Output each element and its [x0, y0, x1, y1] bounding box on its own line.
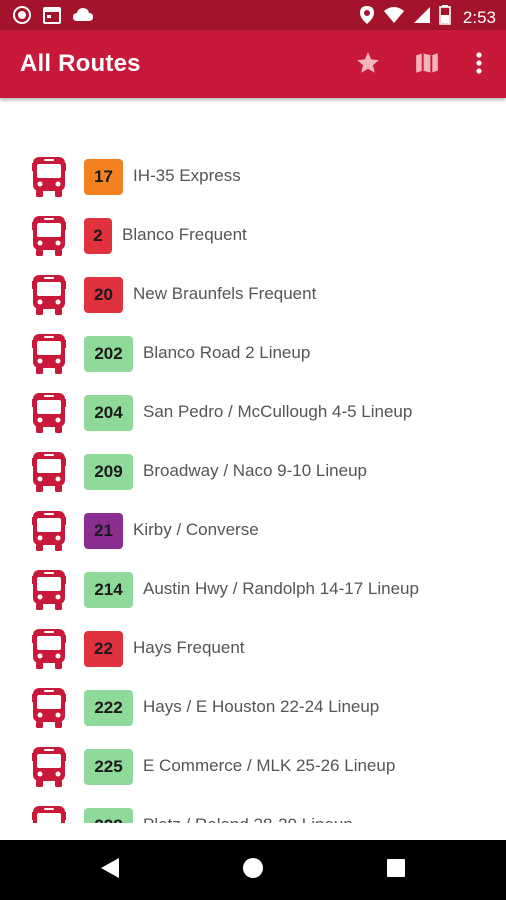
- navigation-bar: [0, 840, 506, 900]
- more-vert-icon: [474, 51, 484, 80]
- route-list[interactable]: 17 IH-35 Express 2 Blanco Frequent 20 New B…: [0, 148, 506, 823]
- bus-icon: [32, 687, 66, 729]
- route-name: Broadway / Naco 9-10 Lineup: [143, 461, 367, 480]
- recents-icon: [386, 858, 406, 883]
- bus-icon: [32, 333, 66, 375]
- route-number-badge: 20: [84, 277, 123, 313]
- bus-icon: [32, 451, 66, 493]
- route-name: San Pedro / McCullough 4-5 Lineup: [143, 402, 413, 421]
- route-name: Blanco Frequent: [122, 225, 247, 244]
- route-row[interactable]: 2 Blanco Frequent: [0, 207, 506, 266]
- route-number-badge: 204: [84, 395, 133, 431]
- route-row[interactable]: 20 New Braunfels Frequent: [0, 266, 506, 325]
- back-button[interactable]: [97, 857, 123, 883]
- route-number-badge: 228: [84, 808, 133, 823]
- overflow-menu-button[interactable]: [464, 50, 494, 80]
- bus-icon: [32, 215, 66, 257]
- cloud-icon: [72, 6, 94, 29]
- route-name: E Commerce / MLK 25-26 Lineup: [143, 756, 396, 775]
- page-title: All Routes: [20, 50, 141, 77]
- route-row[interactable]: 228 Pletz / Roland 28-29 Lineup: [0, 797, 506, 823]
- bus-icon: [32, 628, 66, 670]
- route-name: Blanco Road 2 Lineup: [143, 343, 311, 362]
- star-icon: [355, 50, 381, 81]
- app-bar: All Routes: [0, 30, 506, 98]
- favorites-button[interactable]: [353, 50, 383, 80]
- bus-icon: [32, 274, 66, 316]
- signal-icon: [413, 6, 431, 29]
- status-bar-left: [12, 5, 94, 30]
- back-icon: [99, 856, 121, 885]
- route-name: Hays Frequent: [133, 638, 245, 657]
- route-number-badge: 202: [84, 336, 133, 372]
- route-number-badge: 209: [84, 454, 133, 490]
- bus-icon: [32, 156, 66, 198]
- calendar-icon: [42, 5, 62, 30]
- wifi-icon: [383, 6, 405, 29]
- notification-icon: [12, 5, 32, 30]
- route-row[interactable]: 21 Kirby / Converse: [0, 502, 506, 561]
- status-bar-right: 2:53: [359, 5, 496, 30]
- route-row[interactable]: 22 Hays Frequent: [0, 620, 506, 679]
- route-row[interactable]: 222 Hays / E Houston 22-24 Lineup: [0, 679, 506, 738]
- route-number-badge: 21: [84, 513, 123, 549]
- bus-icon: [32, 569, 66, 611]
- route-row[interactable]: 204 San Pedro / McCullough 4-5 Lineup: [0, 384, 506, 443]
- route-name: Pletz / Roland 28-29 Lineup: [143, 815, 353, 823]
- map-button[interactable]: [412, 50, 442, 80]
- route-row[interactable]: 225 E Commerce / MLK 25-26 Lineup: [0, 738, 506, 797]
- battery-icon: [439, 5, 451, 30]
- route-name: IH-35 Express: [133, 166, 241, 185]
- status-bar: 2:53: [0, 0, 506, 30]
- route-number-badge: 222: [84, 690, 133, 726]
- route-name: Austin Hwy / Randolph 14-17 Lineup: [143, 579, 419, 598]
- home-icon: [241, 856, 265, 885]
- route-number-badge: 225: [84, 749, 133, 785]
- bus-icon: [32, 805, 66, 823]
- route-row[interactable]: 17 IH-35 Express: [0, 148, 506, 207]
- route-number-badge: 22: [84, 631, 123, 667]
- status-time: 2:53: [462, 7, 496, 27]
- bus-icon: [32, 392, 66, 434]
- route-row[interactable]: 209 Broadway / Naco 9-10 Lineup: [0, 443, 506, 502]
- route-number-badge: 17: [84, 159, 123, 195]
- route-name: New Braunfels Frequent: [133, 284, 317, 303]
- bus-icon: [32, 746, 66, 788]
- home-button[interactable]: [240, 857, 266, 883]
- bus-icon: [32, 510, 66, 552]
- route-row[interactable]: 214 Austin Hwy / Randolph 14-17 Lineup: [0, 561, 506, 620]
- map-icon: [414, 50, 440, 81]
- route-number-badge: 214: [84, 572, 133, 608]
- recents-button[interactable]: [383, 857, 409, 883]
- route-row[interactable]: 202 Blanco Road 2 Lineup: [0, 325, 506, 384]
- route-name: Kirby / Converse: [133, 520, 259, 539]
- route-name: Hays / E Houston 22-24 Lineup: [143, 697, 380, 716]
- location-icon: [359, 5, 375, 30]
- route-number-badge: 2: [84, 218, 112, 254]
